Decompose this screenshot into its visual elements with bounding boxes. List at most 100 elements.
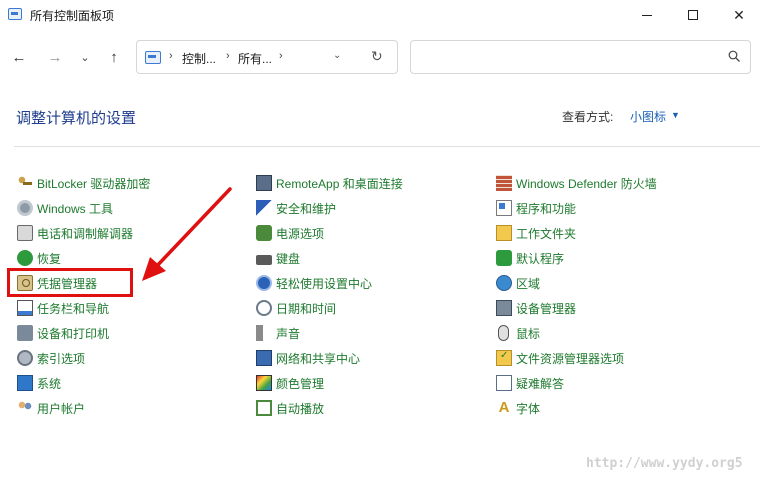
item-power-options[interactable]: 电源选项 xyxy=(256,223,324,243)
page-title: 调整计算机的设置 xyxy=(16,110,137,127)
color-management-icon xyxy=(256,375,272,391)
item-label: 区域 xyxy=(516,276,541,291)
power-options-icon xyxy=(256,225,272,241)
speaker-icon xyxy=(256,325,272,341)
item-bitlocker[interactable]: BitLocker 驱动器加密 xyxy=(17,173,150,193)
item-label: 电源选项 xyxy=(276,226,325,241)
item-label: 鼠标 xyxy=(516,326,541,341)
breadcrumb-separator-icon: › xyxy=(169,50,173,62)
item-region[interactable]: 区域 xyxy=(496,273,540,293)
item-label: 任务栏和导航 xyxy=(37,301,110,316)
window-title: 所有控制面板项 xyxy=(30,9,115,23)
item-label: 字体 xyxy=(516,401,541,416)
maximize-button[interactable] xyxy=(670,0,716,30)
annotation-arrow-icon xyxy=(142,187,232,281)
item-recovery[interactable]: 恢复 xyxy=(17,248,61,268)
programs-icon xyxy=(496,200,512,216)
clock-icon xyxy=(256,300,272,316)
item-label: 日期和时间 xyxy=(276,301,337,316)
item-indexing[interactable]: 索引选项 xyxy=(17,348,85,368)
address-bar[interactable]: › 控制... › 所有... › ⌄ ↻ xyxy=(136,40,398,74)
user-accounts-icon xyxy=(17,400,33,416)
printer-icon xyxy=(17,325,33,341)
item-file-explorer-options[interactable]: 文件资源管理器选项 xyxy=(496,348,624,368)
caret-down-icon[interactable]: ▼ xyxy=(671,110,680,120)
item-work-folders[interactable]: 工作文件夹 xyxy=(496,223,576,243)
item-network-sharing[interactable]: 网络和共享中心 xyxy=(256,348,360,368)
item-label: 自动播放 xyxy=(276,401,325,416)
item-windows-tools[interactable]: Windows 工具 xyxy=(17,198,113,218)
item-troubleshooting[interactable]: 疑难解答 xyxy=(496,373,564,393)
annotation-highlight-box xyxy=(7,268,133,297)
item-user-accounts[interactable]: 用户帐户 xyxy=(17,398,85,418)
remoteapp-icon xyxy=(256,175,272,191)
recent-locations-button[interactable]: ⌄ xyxy=(74,46,96,68)
item-label: 文件资源管理器选项 xyxy=(516,351,625,366)
chevron-down-icon: ⌄ xyxy=(80,51,90,64)
address-dropdown-icon[interactable]: ⌄ xyxy=(333,50,341,61)
breadcrumb-all-items[interactable]: 所有... xyxy=(238,50,272,67)
up-button[interactable]: ↑ xyxy=(103,46,125,68)
item-label: Windows 工具 xyxy=(37,201,114,216)
network-icon xyxy=(256,350,272,366)
item-remoteapp[interactable]: RemoteApp 和桌面连接 xyxy=(256,173,403,193)
arrow-left-icon: ← xyxy=(11,48,27,66)
item-label: 安全和维护 xyxy=(276,201,337,216)
refresh-icon[interactable]: ↻ xyxy=(371,48,383,65)
close-button[interactable]: ✕ xyxy=(716,0,762,30)
minimize-icon xyxy=(642,14,652,16)
item-label: 轻松使用设置中心 xyxy=(276,276,373,291)
item-device-manager[interactable]: 设备管理器 xyxy=(496,298,576,318)
item-phone-modem[interactable]: 电话和调制解调器 xyxy=(17,223,133,243)
item-mouse[interactable]: 鼠标 xyxy=(496,323,540,343)
item-label: 电话和调制解调器 xyxy=(37,226,134,241)
item-ease-of-access[interactable]: 轻松使用设置中心 xyxy=(256,273,372,293)
region-globe-icon xyxy=(496,275,512,291)
ease-of-access-icon xyxy=(256,275,272,291)
title-bar: 所有控制面板项 ✕ xyxy=(0,0,762,30)
item-system[interactable]: 系统 xyxy=(17,373,61,393)
item-label: 索引选项 xyxy=(37,351,86,366)
item-security-maintenance[interactable]: 安全和维护 xyxy=(256,198,336,218)
item-autoplay[interactable]: 自动播放 xyxy=(256,398,324,418)
item-label: 工作文件夹 xyxy=(516,226,577,241)
work-folders-icon xyxy=(496,225,512,241)
item-sound[interactable]: 声音 xyxy=(256,323,300,343)
arrow-right-icon: → xyxy=(47,48,63,66)
forward-button[interactable]: → xyxy=(44,46,66,68)
item-label: 默认程序 xyxy=(516,251,565,266)
arrow-up-icon: ↑ xyxy=(110,48,118,66)
search-input[interactable] xyxy=(410,40,751,74)
default-programs-icon xyxy=(496,250,512,266)
autoplay-icon xyxy=(256,400,272,416)
minimize-button[interactable] xyxy=(624,0,670,30)
item-default-programs[interactable]: 默认程序 xyxy=(496,248,564,268)
item-keyboard[interactable]: 键盘 xyxy=(256,248,300,268)
item-taskbar[interactable]: 任务栏和导航 xyxy=(17,298,109,318)
device-manager-icon xyxy=(496,300,512,316)
item-devices-printers[interactable]: 设备和打印机 xyxy=(17,323,109,343)
fonts-icon: A xyxy=(498,399,510,416)
item-label: 疑难解答 xyxy=(516,376,565,391)
item-label: RemoteApp 和桌面连接 xyxy=(276,176,403,191)
control-panel-icon xyxy=(8,8,22,20)
control-panel-icon xyxy=(145,51,161,64)
item-date-time[interactable]: 日期和时间 xyxy=(256,298,336,318)
header-divider xyxy=(14,146,760,147)
breadcrumb-separator-icon[interactable]: › xyxy=(279,50,283,62)
close-icon: ✕ xyxy=(733,6,745,23)
item-color-management[interactable]: 颜色管理 xyxy=(256,373,324,393)
security-flag-icon xyxy=(256,200,272,216)
item-label: BitLocker 驱动器加密 xyxy=(37,176,151,191)
phone-modem-icon xyxy=(17,225,33,241)
item-fonts[interactable]: A 字体 xyxy=(496,398,540,418)
item-programs-features[interactable]: 程序和功能 xyxy=(496,198,576,218)
firewall-icon xyxy=(496,175,512,191)
view-by-dropdown[interactable]: 小图标 xyxy=(630,108,666,125)
item-label: 恢复 xyxy=(37,251,62,266)
maximize-icon xyxy=(688,10,698,20)
back-button[interactable]: ← xyxy=(8,46,30,68)
taskbar-icon xyxy=(17,300,33,316)
breadcrumb-control-panel[interactable]: 控制... xyxy=(182,50,216,67)
item-firewall[interactable]: Windows Defender 防火墙 xyxy=(496,173,657,193)
